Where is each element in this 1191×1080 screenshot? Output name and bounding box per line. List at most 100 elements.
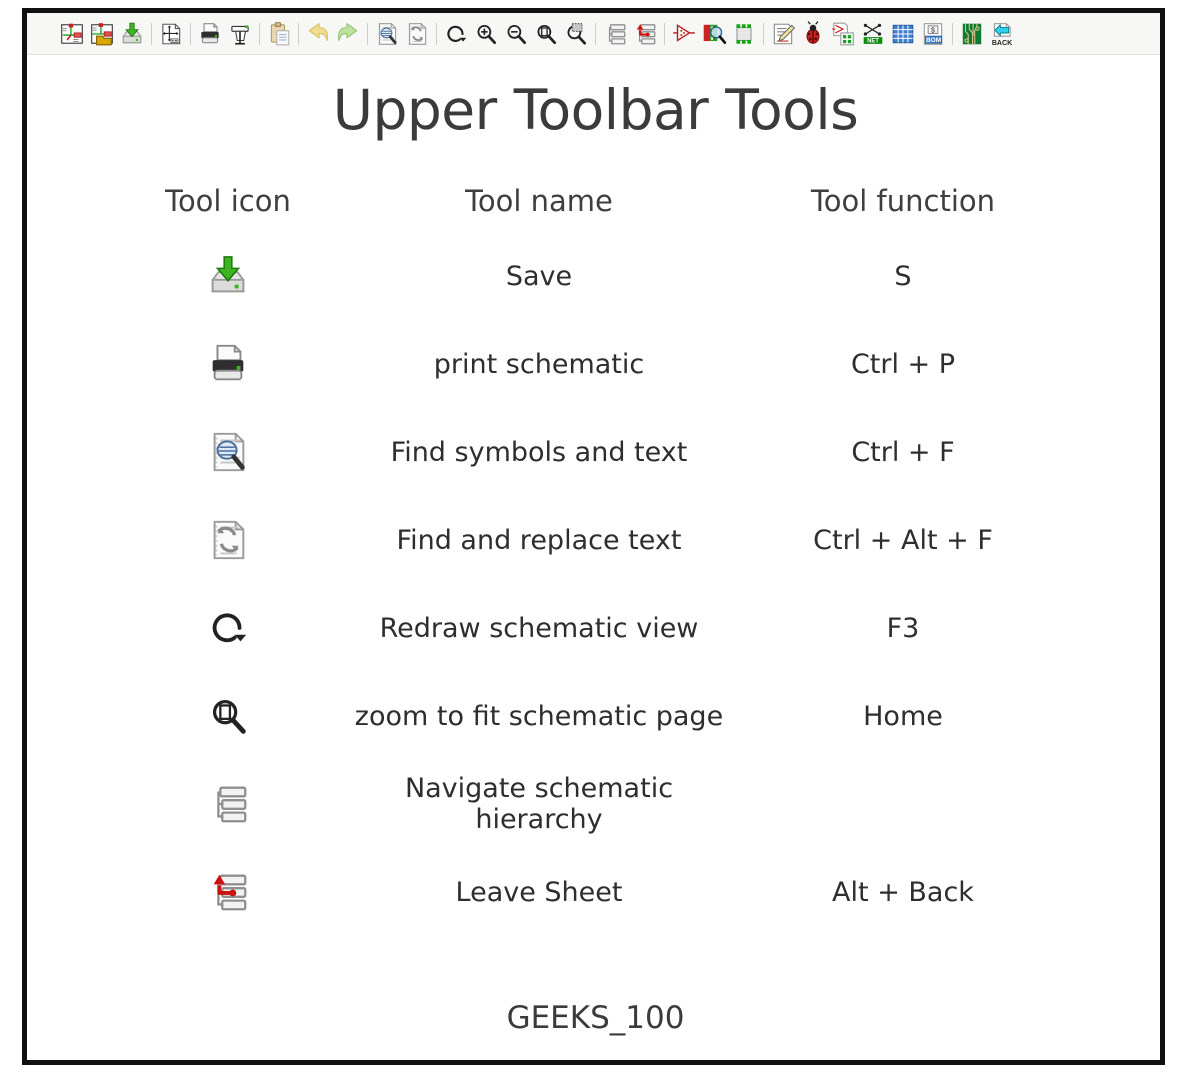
redo-icon: [335, 21, 361, 47]
toolbar-button-redo[interactable]: [333, 18, 363, 50]
column-header-tool-function: Tool function: [810, 184, 995, 218]
save-schematic-icon: [119, 21, 145, 47]
cell-tool-icon: [112, 602, 344, 654]
svg-text:NET: NET: [867, 38, 879, 44]
toolbar-button-zoom-out[interactable]: [501, 18, 531, 50]
new-schematic-icon: [59, 21, 85, 47]
cell-tool-name: Leave Sheet: [455, 876, 623, 908]
toolbar-button-zoom-area[interactable]: [561, 18, 591, 50]
toolbar-button-annotate[interactable]: [828, 18, 858, 50]
refresh-icon: [202, 602, 254, 654]
tools-table: Tool icon Tool name Tool function Save S …: [112, 170, 1072, 936]
refresh-icon: [443, 21, 469, 47]
schematic-editor-icon: [770, 21, 796, 47]
zoom-in-icon: [473, 21, 499, 47]
print-icon: [202, 338, 254, 390]
toolbar-button-erc[interactable]: [798, 18, 828, 50]
toolbar-button-bom[interactable]: $ BOM: [918, 18, 948, 50]
cell-tool-name: Navigate schematic hierarchy: [404, 773, 674, 835]
toolbar-button-back-annotate[interactable]: BACK: [987, 18, 1017, 50]
back-annotate-icon: BACK: [989, 21, 1015, 47]
cell-tool-function: S: [894, 260, 912, 292]
toolbar-separator: [432, 21, 441, 47]
table-row: zoom to fit schematic page Home: [112, 672, 1072, 760]
spreadsheet-icon: [890, 21, 916, 47]
toolbar-separator: [948, 21, 957, 47]
toolbar-button-undo[interactable]: [303, 18, 333, 50]
column-header-tool-icon: Tool icon: [165, 184, 291, 218]
column-header-tool-name: Tool name: [465, 184, 613, 218]
cell-tool-function: Ctrl + P: [850, 348, 956, 380]
cell-tool-name: print schematic: [433, 348, 645, 380]
table-header-row: Tool icon Tool name Tool function: [112, 170, 1072, 232]
cell-tool-icon: [112, 338, 344, 390]
place-symbol-icon: [671, 21, 697, 47]
toolbar-button-footprint-assign[interactable]: [729, 18, 759, 50]
zoom-out-icon: [503, 21, 529, 47]
cell-tool-icon: [112, 690, 344, 742]
toolbar-button-refresh[interactable]: [441, 18, 471, 50]
leave-sheet-icon: [202, 866, 254, 918]
page-settings-icon: [158, 21, 184, 47]
cell-tool-name: Find and replace text: [396, 524, 682, 556]
toolbar-separator: [660, 21, 669, 47]
table-body: Save S print schematic Ctrl + P Find symbo…: [112, 232, 1072, 936]
toolbar-button-zoom-fit[interactable]: [531, 18, 561, 50]
toolbar-button-pcb-editor[interactable]: [957, 18, 987, 50]
toolbar-button-zoom-in[interactable]: [471, 18, 501, 50]
toolbar-button-plot[interactable]: [225, 18, 255, 50]
cell-tool-icon: [112, 426, 344, 478]
table-row: Save S: [112, 232, 1072, 320]
toolbar-button-paste[interactable]: [264, 18, 294, 50]
bom-icon: $ BOM: [920, 21, 946, 47]
toolbar-separator: [759, 21, 768, 47]
hierarchy-icon: [202, 778, 254, 830]
find-icon: [202, 426, 254, 478]
cell-tool-name: Find symbols and text: [390, 436, 688, 468]
cell-tool-name: Save: [505, 260, 573, 292]
leave-sheet-icon: [632, 21, 658, 47]
cell-tool-icon: [112, 866, 344, 918]
upper-toolbar[interactable]: NET $ BOM BACK: [27, 13, 1160, 55]
paste-icon: [266, 21, 292, 47]
table-row: Redraw schematic view F3: [112, 584, 1072, 672]
toolbar-button-open-schematic[interactable]: [87, 18, 117, 50]
toolbar-button-page-settings[interactable]: [156, 18, 186, 50]
cell-tool-function: Home: [863, 700, 943, 732]
toolbar-separator: [147, 21, 156, 47]
cell-tool-icon: [112, 514, 344, 566]
toolbar-button-spreadsheet[interactable]: [888, 18, 918, 50]
toolbar-separator: [363, 21, 372, 47]
symbol-library-icon: [701, 21, 727, 47]
toolbar-button-print[interactable]: [195, 18, 225, 50]
erc-icon: [800, 20, 826, 47]
cell-tool-name: Redraw schematic view: [379, 612, 699, 644]
netlist-icon: NET: [860, 21, 886, 47]
toolbar-separator: [294, 21, 303, 47]
open-schematic-icon: [89, 21, 115, 47]
footer-label: GEEKS_100: [506, 1000, 685, 1036]
pcb-editor-icon: [959, 21, 985, 47]
toolbar-button-save-schematic[interactable]: [117, 18, 147, 50]
toolbar-separator: [186, 21, 195, 47]
toolbar-button-netlist[interactable]: NET: [858, 18, 888, 50]
cell-tool-icon: [112, 250, 344, 302]
save-schematic-icon: [202, 250, 254, 302]
toolbar-button-place-symbol[interactable]: [669, 18, 699, 50]
footprint-assign-icon: [731, 21, 757, 47]
toolbar-button-schematic-editor[interactable]: [768, 18, 798, 50]
table-row: Find and replace text Ctrl + Alt + F: [112, 496, 1072, 584]
toolbar-button-leave-sheet[interactable]: [630, 18, 660, 50]
toolbar-button-find-replace[interactable]: [402, 18, 432, 50]
page-title: Upper Toolbar Tools: [332, 78, 859, 142]
find-icon: [374, 21, 400, 47]
toolbar-button-symbol-library[interactable]: [699, 18, 729, 50]
toolbar-button-new-schematic[interactable]: [57, 18, 87, 50]
print-icon: [197, 21, 223, 47]
zoom-fit-icon: [202, 690, 254, 742]
zoom-fit-icon: [533, 21, 559, 47]
toolbar-button-find[interactable]: [372, 18, 402, 50]
table-row: Leave Sheet Alt + Back: [112, 848, 1072, 936]
cell-tool-icon: [112, 778, 344, 830]
toolbar-button-hierarchy[interactable]: [600, 18, 630, 50]
